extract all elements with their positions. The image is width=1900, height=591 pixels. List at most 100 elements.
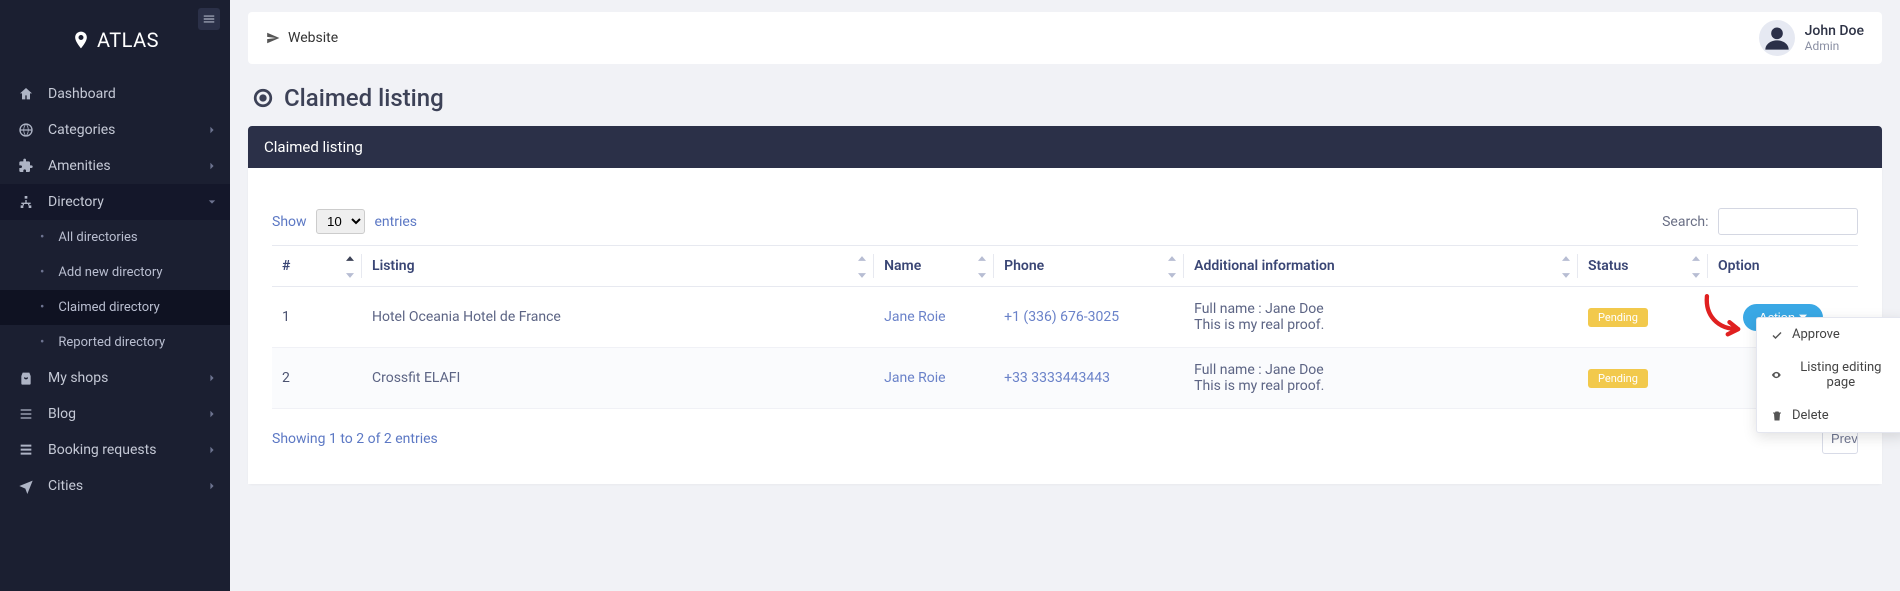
dropdown-item-delete[interactable]: Delete [1757,399,1900,432]
cell-status: Pending [1578,287,1708,348]
cell-name[interactable]: Jane Roie [874,287,994,348]
sidebar-subitem-claimed-directory[interactable]: Claimed directory [0,290,230,325]
table-info: Showing 1 to 2 of 2 entries [272,431,438,447]
user-name: John Doe [1805,23,1864,39]
sidebar-subitem-add-new-directory[interactable]: Add new directory [0,255,230,290]
sidebar-item-cities[interactable]: Cities [0,468,230,504]
entries-label: entries [375,214,418,230]
user-icon [1763,24,1791,52]
sidebar-item-blog[interactable]: Blog [0,396,230,432]
search-label: Search: [1662,214,1708,230]
list-alt-icon [18,442,36,458]
eye-icon [1771,369,1782,381]
chevron-right-icon [208,442,216,458]
sidebar-item-label: Amenities [48,158,111,174]
sidebar-item-label: My shops [48,370,108,386]
cell-index: 1 [272,287,362,348]
avatar [1759,20,1795,56]
brand-text: ATLAS [97,28,159,52]
trash-icon [1771,410,1783,422]
cell-phone[interactable]: +1 (336) 676-3025 [994,287,1184,348]
page-size-select[interactable]: 10 [316,209,365,234]
dropdown-item-approve[interactable]: Approve [1757,318,1900,351]
sidebar-item-categories[interactable]: Categories [0,112,230,148]
chevron-right-icon [208,478,216,494]
sidebar-item-label: Cities [48,478,83,494]
dropdown-item-edit[interactable]: Listing editing page [1757,351,1900,399]
plane-icon [18,478,36,494]
sidebar-subnav-directory: All directories Add new directory Claime… [0,220,230,360]
cell-phone[interactable]: +33 3333443443 [994,348,1184,409]
list-icon [18,406,36,422]
page-heading: Claimed listing [248,74,1882,126]
page-title: Claimed listing [284,84,444,112]
topbar: Website John Doe Admin [248,12,1882,64]
panel: Claimed listing Show 10 entries Search: [248,126,1882,484]
cell-info: Full name : Jane Doe This is my real pro… [1184,287,1578,348]
main-content: Website John Doe Admin Claimed listing C… [230,0,1900,591]
chevron-right-icon [208,370,216,386]
map-pin-icon [71,30,91,50]
sidebar-subitem-all-directories[interactable]: All directories [0,220,230,255]
website-link[interactable]: Website [266,30,338,46]
sidebar-item-booking-requests[interactable]: Booking requests [0,432,230,468]
show-label: Show [272,214,307,230]
user-menu[interactable]: John Doe Admin [1759,20,1864,56]
sidebar-subitem-label: Reported directory [58,335,165,350]
chevron-right-icon [208,122,216,138]
check-icon [1771,329,1783,341]
sidebar-item-label: Dashboard [48,86,116,102]
claimed-listing-table: # Listing Name [272,245,1858,409]
website-link-label: Website [288,30,338,46]
table-row: 2 Crossfit ELAFI Jane Roie +33 333344344… [272,348,1858,409]
sidebar-item-dashboard[interactable]: Dashboard [0,76,230,112]
status-badge: Pending [1588,369,1648,388]
user-role: Admin [1805,39,1864,53]
chevron-down-icon [208,194,216,210]
col-additional-info[interactable]: Additional information [1184,246,1578,287]
col-index[interactable]: # [272,246,362,287]
col-option: Option [1708,246,1858,287]
sidebar-toggle-button[interactable] [198,8,220,30]
sidebar-item-label: Categories [48,122,115,138]
sidebar-item-my-shops[interactable]: My shops [0,360,230,396]
sidebar-item-amenities[interactable]: Amenities [0,148,230,184]
sidebar-item-label: Booking requests [48,442,156,458]
sidebar-item-label: Blog [48,406,76,422]
action-dropdown: Approve Listing editing page [1756,317,1900,433]
sidebar: ATLAS Dashboard Categories Amenities Dir… [0,0,230,591]
col-name[interactable]: Name [874,246,994,287]
cell-status: Pending [1578,348,1708,409]
sidebar-item-directory[interactable]: Directory [0,184,230,220]
menu-icon [202,12,216,26]
send-icon [266,31,280,45]
home-icon [18,86,36,102]
cell-info: Full name : Jane Doe This is my real pro… [1184,348,1578,409]
chevron-right-icon [208,158,216,174]
cell-option: Action [1708,287,1858,348]
cell-index: 2 [272,348,362,409]
brand[interactable]: ATLAS [0,0,230,70]
cell-listing: Crossfit ELAFI [362,348,874,409]
bag-icon [18,370,36,386]
globe-icon [18,122,36,138]
cell-name[interactable]: Jane Roie [874,348,994,409]
sidebar-item-label: Directory [48,194,104,210]
target-icon [252,87,274,109]
table-footer: Showing 1 to 2 of 2 entries Previous [272,423,1858,454]
col-listing[interactable]: Listing [362,246,874,287]
puzzle-icon [18,158,36,174]
col-phone[interactable]: Phone [994,246,1184,287]
sidebar-subitem-label: Add new directory [58,265,162,280]
table-row: 1 Hotel Oceania Hotel de France Jane Roi… [272,287,1858,348]
table-controls: Show 10 entries Search: [272,208,1858,235]
sidebar-subitem-label: All directories [58,230,137,245]
sidebar-subitem-reported-directory[interactable]: Reported directory [0,325,230,360]
search-input[interactable] [1718,208,1858,235]
primary-nav: Dashboard Categories Amenities Directory… [0,76,230,504]
status-badge: Pending [1588,308,1648,327]
sidebar-subitem-label: Claimed directory [58,300,159,315]
user-meta: John Doe Admin [1805,23,1864,53]
col-status[interactable]: Status [1578,246,1708,287]
cell-listing: Hotel Oceania Hotel de France [362,287,874,348]
